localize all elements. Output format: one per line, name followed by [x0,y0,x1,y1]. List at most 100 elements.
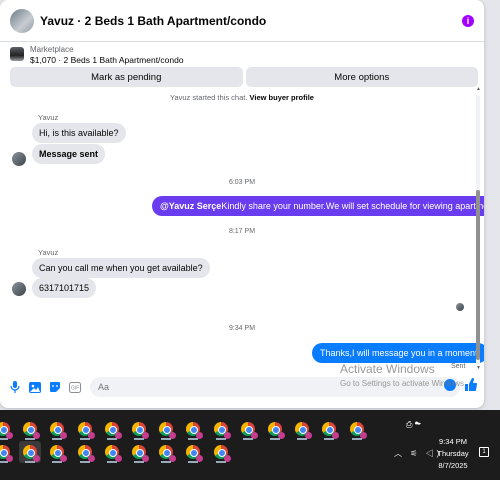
chat-window: Yavuz · 2 Beds 1 Bath Apartment/condo i … [0,0,484,408]
image-icon[interactable] [28,380,42,394]
taskbar-chrome-button[interactable] [19,441,42,463]
incoming-message[interactable]: Message sent [32,144,106,164]
taskbar-chrome-button[interactable] [182,441,204,463]
clock-day: Thursday [437,449,469,458]
action-row: Mark as pending More options [10,67,478,87]
notification-icon[interactable]: 1 [479,447,489,457]
info-icon[interactable]: i [462,14,474,27]
microphone-icon[interactable] [8,380,22,394]
listing-price-title: $1,070 · 2 Beds 1 Bath Apartment/condo [30,55,184,65]
sender-name: Yavuz [38,248,59,257]
taskbar-chrome-button[interactable] [264,418,286,440]
profile-badge [6,455,13,462]
taskbar-chrome-button[interactable] [210,441,232,463]
profile-badge [60,432,68,439]
outgoing-message-text: Kindly share your number.We will set sch… [221,201,484,211]
taskbar-chrome-button[interactable] [128,441,150,463]
incoming-message[interactable]: Can you call me when you get available? [32,258,210,278]
profile-badge [142,455,149,462]
profile-badge [142,432,149,439]
taskbar-chrome-button[interactable] [155,418,177,440]
profile-badge [305,432,313,439]
scroll-down-arrow[interactable]: ▼ [476,365,481,371]
clock-time: 9:34 PM [439,437,467,446]
taskbar-chrome-button[interactable] [19,418,41,440]
sent-status: Sent [451,363,466,370]
taskbar-chrome-button[interactable] [237,418,259,440]
timestamp: 9:34 PM [228,325,256,332]
taskbar-chrome-button[interactable] [74,418,96,440]
clock-date: 8/7/2025 [438,461,468,470]
marketplace-label: Marketplace [30,45,74,54]
message-list[interactable]: Yavuz started this chat. View buyer prof… [0,91,484,375]
profile-badge [223,432,231,439]
profile-badge [114,455,122,462]
more-options-button[interactable]: More options [245,67,478,87]
incoming-message[interactable]: Hi, is this available? [32,123,126,143]
taskbar-chrome-button[interactable] [318,418,340,440]
profile-badge [6,432,13,439]
taskbar-chrome-button[interactable] [210,418,232,440]
scrollbar-thumb[interactable] [476,190,480,360]
system-note: Yavuz started this chat. View buyer prof… [0,93,484,102]
outgoing-message[interactable]: @Yavuz SerçeKindly share your number.We … [152,196,484,216]
outgoing-message[interactable]: Thanks,I will message you in a moment. [312,343,484,363]
profile-badge [223,455,231,462]
taskbar-chrome-button[interactable] [74,441,96,463]
tray-device-icon[interactable]: ⎙ ☁ [406,420,421,430]
taskbar-chrome-button[interactable] [46,418,68,440]
taskbar-chrome-button[interactable] [0,418,14,440]
profile-badge [196,432,204,439]
contact-avatar[interactable] [12,152,26,166]
system-note-text: Yavuz started this chat. [170,93,248,102]
profile-badge [87,432,95,439]
profile-badge [359,432,367,439]
view-buyer-profile-link[interactable]: View buyer profile [250,93,314,102]
listing-text: Marketplace $1,070 · 2 Beds 1 Bath Apart… [30,45,184,65]
clock[interactable]: 9:34 PM Thursday 8/7/2025 [433,436,473,472]
profile-badge [196,455,204,462]
taskbar: ⎙ ☁ ︿ ⚟ ◁) 9:34 PM Thursday 8/7/2025 1 [0,410,500,480]
listing-summary[interactable]: Marketplace $1,070 · 2 Beds 1 Bath Apart… [10,45,184,65]
profile-badge [169,455,177,462]
sticker-icon[interactable] [48,380,62,394]
profile-badge [87,455,95,462]
chat-header: Yavuz · 2 Beds 1 Bath Apartment/condo i [0,0,484,42]
composer: GIF [0,373,484,401]
profile-badge [169,432,177,439]
contact-avatar[interactable] [12,282,26,296]
taskbar-chrome-button[interactable] [101,441,123,463]
mention-tag[interactable]: @Yavuz Serçe [160,201,221,211]
listing-thumbnail [10,47,24,61]
taskbar-chrome-button[interactable] [101,418,123,440]
incoming-message[interactable]: 6317101715 [32,278,97,298]
taskbar-chrome-button[interactable] [155,441,177,463]
gif-icon[interactable]: GIF [68,380,82,394]
emoji-icon[interactable] [444,379,456,391]
sender-name: Yavuz [38,113,59,122]
timestamp: 6:03 PM [228,179,256,186]
taskbar-chrome-button[interactable] [291,418,313,440]
message-input[interactable] [90,377,460,397]
taskbar-chrome-button[interactable] [0,441,14,463]
profile-badge [250,432,258,439]
profile-badge [278,432,285,439]
taskbar-chrome-button[interactable] [46,441,68,463]
mark-as-pending-button[interactable]: Mark as pending [10,67,243,87]
profile-badge [33,432,41,439]
timestamp: 8:17 PM [228,228,256,235]
profile-badge [332,432,340,439]
profile-badge [33,455,41,462]
taskbar-chrome-button[interactable] [346,418,368,440]
taskbar-chrome-button[interactable] [128,418,150,440]
taskbar-chrome-button[interactable] [182,418,204,440]
svg-text:GIF: GIF [71,385,79,391]
seen-avatar [456,303,464,311]
avatar[interactable] [10,8,34,33]
scroll-up-arrow[interactable]: ▲ [476,86,481,92]
chat-title[interactable]: Yavuz · 2 Beds 1 Bath Apartment/condo [40,14,462,28]
profile-badge [60,455,68,462]
thumbs-up-icon[interactable] [465,377,478,391]
scrollbar-track[interactable] [476,95,480,365]
profile-badge [114,432,122,439]
